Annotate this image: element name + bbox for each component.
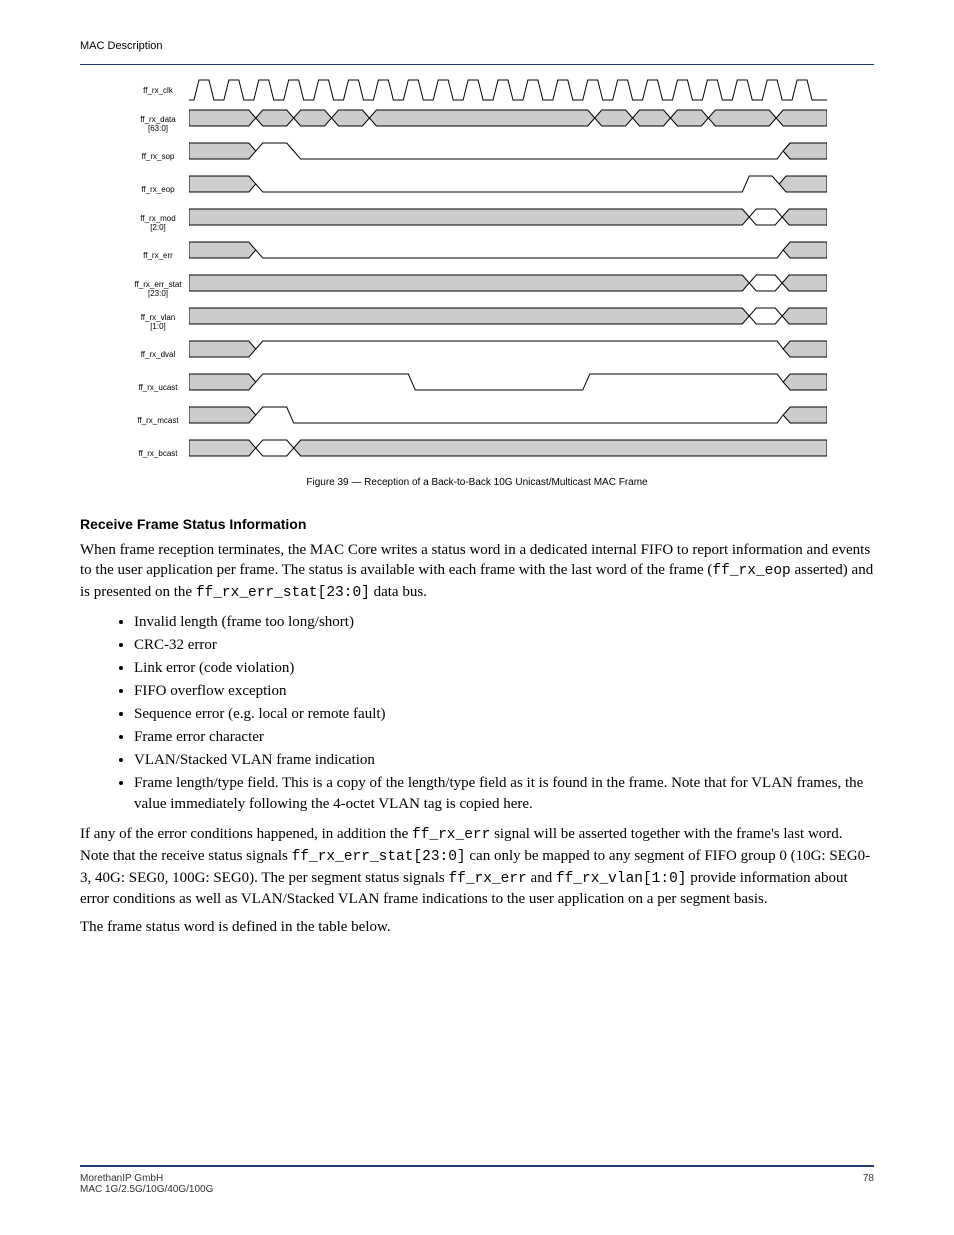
bit-wave — [189, 372, 827, 405]
signal-label: ff_rx_sop — [127, 153, 189, 162]
page-header: MAC Description — [80, 40, 874, 52]
bus-wave — [189, 306, 827, 339]
bus-wave — [189, 273, 827, 306]
list-item: Link error (code violation) — [134, 657, 874, 680]
bit-wave — [189, 405, 827, 438]
figure-caption: Figure 39 — Reception of a Back-to-Back … — [80, 477, 874, 488]
signal-label: ff_rx_mod [2:0] — [127, 215, 189, 233]
bit-wave — [189, 174, 827, 207]
signal-label: ff_rx_ucast — [127, 384, 189, 393]
code-ff-rx-err2: ff_rx_err — [448, 871, 526, 887]
timing-diagram: ff_rx_clk ff_rx_data [63:0] — [127, 75, 827, 471]
bit-wave — [189, 141, 827, 174]
list-item: Invalid length (frame too long/short) — [134, 611, 874, 634]
list-item: Sequence error (e.g. local or remote fau… — [134, 703, 874, 726]
p2-text-a: If any of the error conditions happened,… — [80, 826, 412, 842]
code-ff-rx-err-stat2: ff_rx_err_stat[23:0] — [292, 849, 466, 865]
code-ff-rx-eop: ff_rx_eop — [712, 563, 790, 579]
code-ff-rx-vlan: ff_rx_vlan[1:0] — [556, 871, 687, 887]
p1-text-c: data bus. — [370, 584, 427, 600]
bit-wave — [189, 438, 827, 471]
signal-row: ff_rx_data [63:0] — [127, 108, 827, 141]
footer-rule — [80, 1165, 874, 1167]
signal-row: ff_rx_err_stat [23:0] — [127, 273, 827, 306]
signal-label: ff_rx_clk — [127, 87, 189, 96]
header-title: MAC Description — [80, 40, 163, 52]
signal-row: ff_rx_dval — [127, 339, 827, 372]
signal-row: ff_rx_err — [127, 240, 827, 273]
signal-row: ff_rx_ucast — [127, 372, 827, 405]
p2-text-d: and — [527, 870, 556, 886]
list-item: VLAN/Stacked VLAN frame indication — [134, 749, 874, 772]
paragraph-1: When frame reception terminates, the MAC… — [80, 540, 874, 603]
list-item: CRC-32 error — [134, 634, 874, 657]
bit-wave — [189, 240, 827, 273]
code-ff-rx-err-stat: ff_rx_err_stat[23:0] — [196, 585, 370, 601]
bit-wave — [189, 339, 827, 372]
signal-label: ff_rx_eop — [127, 186, 189, 195]
footer-product: MAC 1G/2.5G/10G/40G/100G — [80, 1184, 213, 1195]
paragraph-3: The frame status word is defined in the … — [80, 917, 874, 937]
clock-wave — [189, 75, 827, 108]
list-item: Frame error character — [134, 726, 874, 749]
bus-wave — [189, 207, 827, 240]
footer-left: MorethanIP GmbH MAC 1G/2.5G/10G/40G/100G — [80, 1173, 213, 1195]
signal-row: ff_rx_eop — [127, 174, 827, 207]
signal-label: ff_rx_err — [127, 252, 189, 261]
signal-label: ff_rx_dval — [127, 351, 189, 360]
signal-label: ff_rx_data [63:0] — [127, 116, 189, 134]
page-footer: MorethanIP GmbH MAC 1G/2.5G/10G/40G/100G… — [80, 1165, 874, 1195]
paragraph-2: If any of the error conditions happened,… — [80, 824, 874, 909]
signal-row: ff_rx_vlan [1:0] — [127, 306, 827, 339]
footer-pagenum: 78 — [863, 1173, 874, 1195]
signal-label: ff_rx_vlan [1:0] — [127, 314, 189, 332]
signal-row: ff_rx_mcast — [127, 405, 827, 438]
section-heading: Receive Frame Status Information — [80, 516, 874, 532]
bus-wave — [189, 108, 827, 141]
code-ff-rx-err: ff_rx_err — [412, 827, 490, 843]
signal-row-clk: ff_rx_clk — [127, 75, 827, 108]
error-list: Invalid length (frame too long/short) CR… — [80, 611, 874, 816]
signal-row: ff_rx_sop — [127, 141, 827, 174]
signal-row: ff_rx_bcast — [127, 438, 827, 471]
signal-label: ff_rx_err_stat [23:0] — [127, 281, 189, 299]
list-item: Frame length/type field. This is a copy … — [134, 772, 874, 816]
list-item: FIFO overflow exception — [134, 680, 874, 703]
header-rule — [80, 64, 874, 65]
footer-company: MorethanIP GmbH — [80, 1173, 163, 1184]
signal-label: ff_rx_mcast — [127, 417, 189, 426]
signal-row: ff_rx_mod [2:0] — [127, 207, 827, 240]
signal-label: ff_rx_bcast — [127, 450, 189, 459]
